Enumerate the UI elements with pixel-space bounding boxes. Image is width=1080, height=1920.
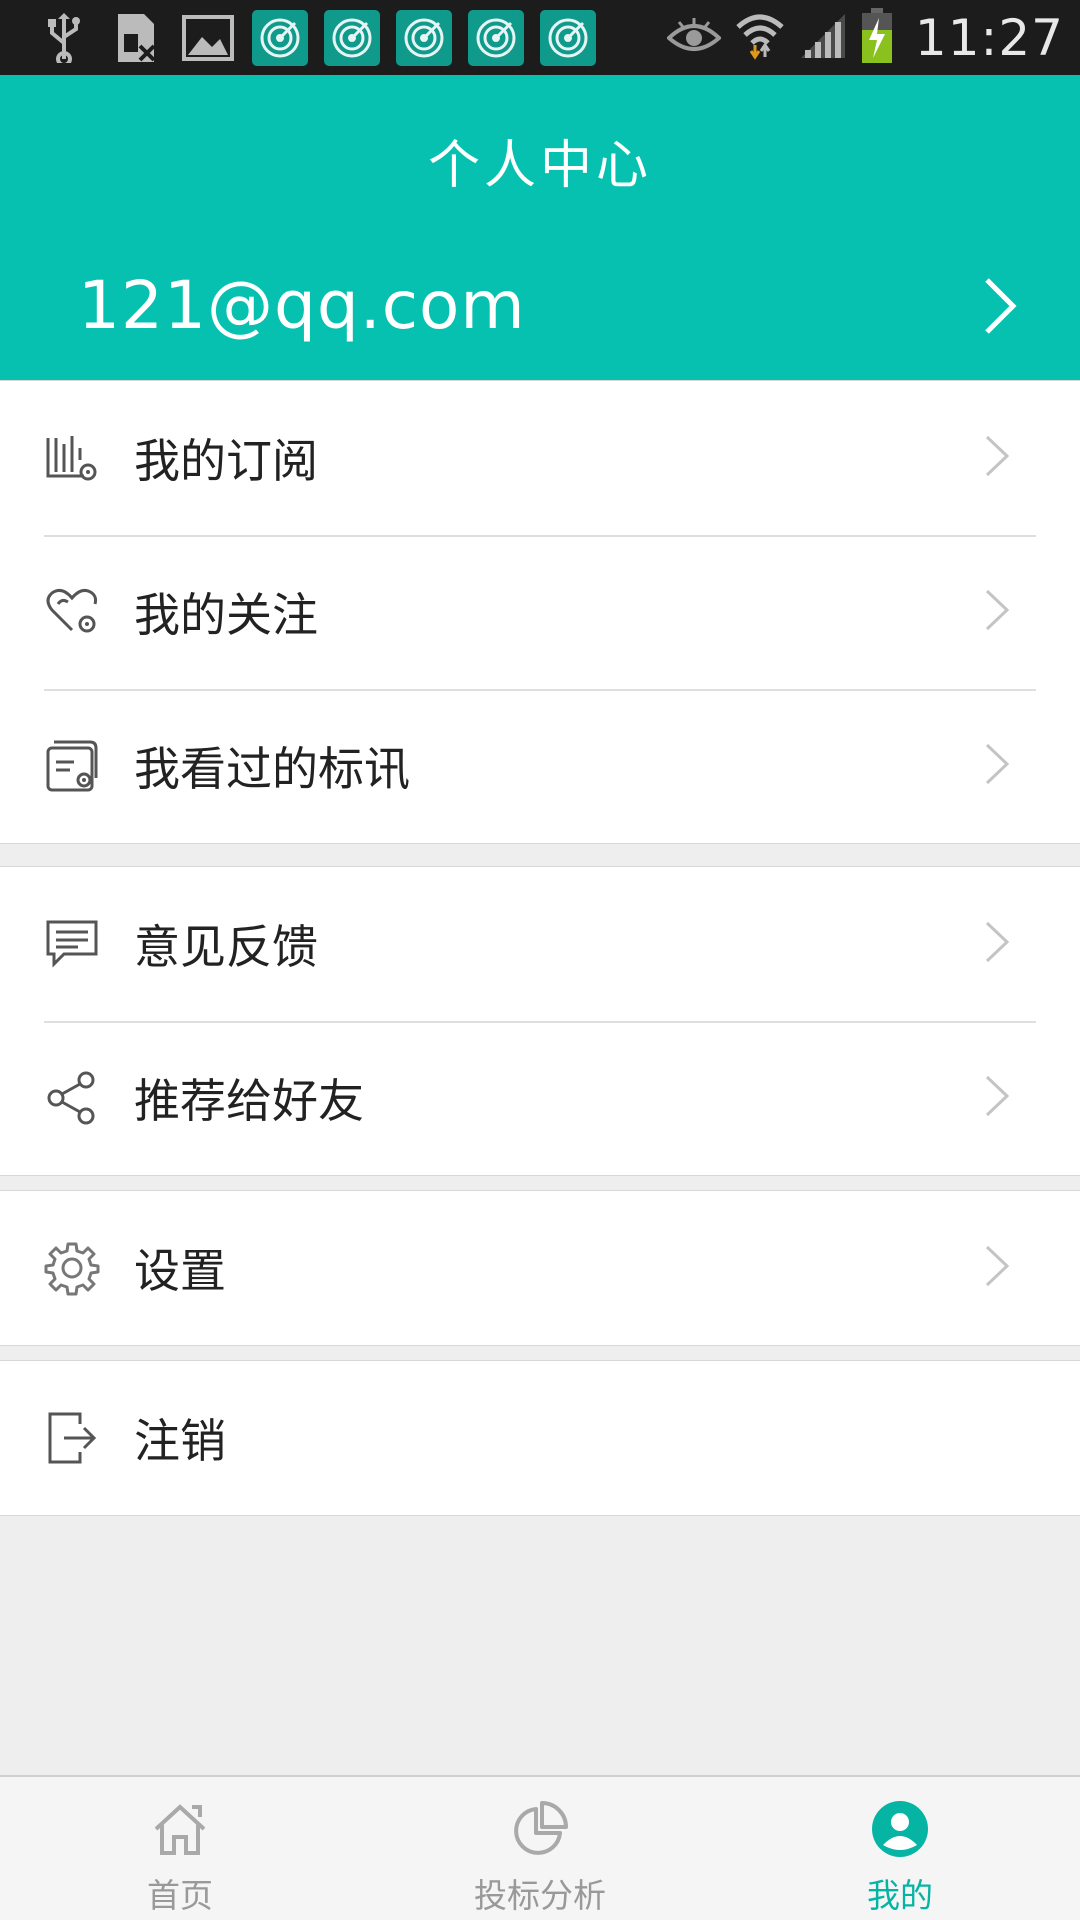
account-row[interactable]: 121@qq.com	[0, 250, 1080, 360]
menu-item-label: 推荐给好友	[134, 1074, 364, 1128]
menu-group-2: 意见反馈 推荐给好友	[0, 866, 1080, 1176]
target-app-icon	[540, 9, 596, 66]
tab-mine[interactable]: 我的	[720, 1777, 1080, 1920]
menu-item-subscriptions[interactable]: 我的订阅	[0, 381, 1080, 535]
menu-group-3: 设置	[0, 1190, 1080, 1346]
chevron-right-icon	[984, 434, 1010, 482]
signal-icon	[799, 12, 847, 64]
header: 个人中心 121@qq.com	[0, 75, 1080, 380]
usb-icon	[36, 10, 92, 66]
tab-home[interactable]: 首页	[0, 1777, 360, 1920]
home-icon	[150, 1799, 210, 1863]
tab-label: 投标分析	[474, 1876, 606, 1915]
menu-item-label: 我的关注	[134, 588, 318, 642]
menu-group-4: 注销	[0, 1360, 1080, 1516]
sim-card-icon	[108, 10, 164, 66]
subscription-icon	[44, 430, 100, 486]
wifi-icon	[735, 11, 785, 65]
chevron-right-icon	[984, 1244, 1010, 1292]
menu-item-following[interactable]: 我的关注	[0, 535, 1080, 689]
heart-settings-icon	[44, 584, 100, 640]
chevron-right-icon	[984, 920, 1010, 968]
battery-charging-icon	[861, 7, 893, 68]
chevron-right-icon	[984, 742, 1010, 790]
tab-bid-analysis[interactable]: 投标分析	[360, 1777, 720, 1920]
status-bar: 11:27	[0, 0, 1080, 75]
menu-item-logout[interactable]: 注销	[0, 1361, 1080, 1515]
eye-icon	[665, 16, 722, 60]
account-email: 121@qq.com	[78, 266, 526, 344]
bottom-tab-bar: 首页 投标分析 我的	[0, 1775, 1080, 1920]
feedback-icon	[44, 916, 100, 972]
chevron-right-icon	[982, 276, 1018, 340]
menu-item-recommend[interactable]: 推荐给好友	[0, 1021, 1080, 1175]
menu-item-history[interactable]: 我看过的标讯	[0, 689, 1080, 843]
menu-item-settings[interactable]: 设置	[0, 1191, 1080, 1345]
target-app-icon	[468, 9, 524, 66]
pie-chart-icon	[510, 1799, 570, 1863]
tab-label: 首页	[147, 1876, 213, 1915]
image-icon	[180, 10, 236, 66]
menu-item-feedback[interactable]: 意见反馈	[0, 867, 1080, 1021]
share-icon	[44, 1070, 100, 1126]
status-time: 11:27	[914, 8, 1064, 67]
chevron-right-icon	[984, 588, 1010, 636]
user-icon	[870, 1799, 930, 1863]
page-title: 个人中心	[427, 136, 652, 196]
menu-item-label: 设置	[134, 1244, 226, 1298]
menu-item-label: 注销	[134, 1414, 226, 1468]
logout-icon	[44, 1410, 100, 1466]
tab-label: 我的	[867, 1876, 933, 1915]
menu-item-label: 我看过的标讯	[134, 742, 410, 796]
gear-icon	[44, 1240, 100, 1296]
menu-group-1: 我的订阅 我的关注 我看过的标讯	[0, 380, 1080, 844]
target-app-icon	[396, 9, 452, 66]
menu-item-label: 我的订阅	[134, 434, 318, 488]
menu-item-label: 意见反馈	[134, 920, 318, 974]
history-icon	[44, 738, 100, 794]
target-app-icon	[324, 9, 380, 66]
target-app-icon	[252, 9, 308, 66]
chevron-right-icon	[984, 1074, 1010, 1122]
